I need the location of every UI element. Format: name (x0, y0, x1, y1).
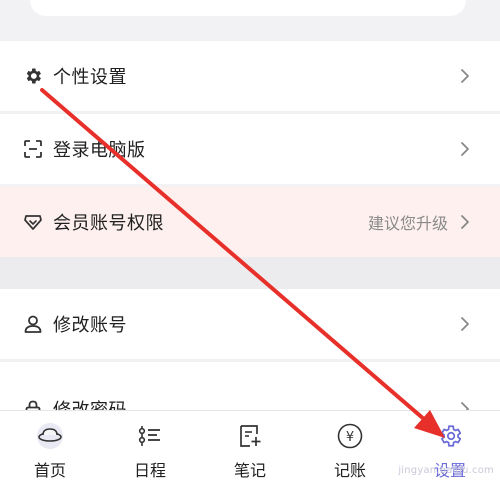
settings-item-label: 修改密码 (53, 396, 458, 410)
chevron-right-icon (458, 140, 472, 158)
chevron-right-icon (458, 400, 472, 410)
settings-item-label: 个性设置 (53, 67, 127, 88)
settings-item-personalization[interactable]: 个性设置 (0, 41, 500, 111)
tab-home[interactable]: 首页 (0, 411, 100, 485)
watermark: jingyan.baidu.com (398, 465, 494, 476)
tab-label: 日程 (133, 461, 166, 480)
settings-item-label: 登录电脑版 (53, 140, 146, 161)
gear-icon (435, 421, 465, 451)
scan-icon (22, 138, 44, 160)
section-gap (0, 257, 500, 289)
planet-icon (35, 421, 65, 451)
tab-label: 记账 (333, 461, 366, 480)
chevron-right-icon (458, 315, 472, 333)
settings-item-change-account[interactable]: 修改账号 (0, 289, 500, 359)
schedule-list-icon (135, 421, 165, 451)
user-icon (22, 313, 44, 335)
tab-label: 笔记 (233, 461, 266, 480)
settings-item-label: 修改账号 (53, 315, 127, 336)
yuan-coin-icon: ¥ (335, 421, 365, 451)
note-add-icon (235, 421, 265, 451)
settings-item-membership[interactable]: 会员账号权限 建议您升级 (0, 187, 500, 257)
settings-item-label: 会员账号权限 (53, 213, 164, 234)
chevron-right-icon (458, 213, 472, 231)
tab-label: 首页 (33, 461, 66, 480)
svg-text:¥: ¥ (346, 430, 354, 445)
lock-icon (22, 398, 44, 410)
gear-icon (22, 65, 44, 87)
tab-notes[interactable]: 笔记 (200, 411, 300, 485)
top-card (30, 0, 466, 16)
settings-item-desktop-login[interactable]: 登录电脑版 (0, 114, 500, 184)
settings-item-change-password[interactable]: 修改密码 (0, 362, 500, 410)
tab-accounting[interactable]: ¥ 记账 (300, 411, 400, 485)
upgrade-hint: 建议您升级 (367, 214, 448, 233)
tab-schedule[interactable]: 日程 (100, 411, 200, 485)
diamond-icon (22, 211, 44, 233)
chevron-right-icon (458, 67, 472, 85)
